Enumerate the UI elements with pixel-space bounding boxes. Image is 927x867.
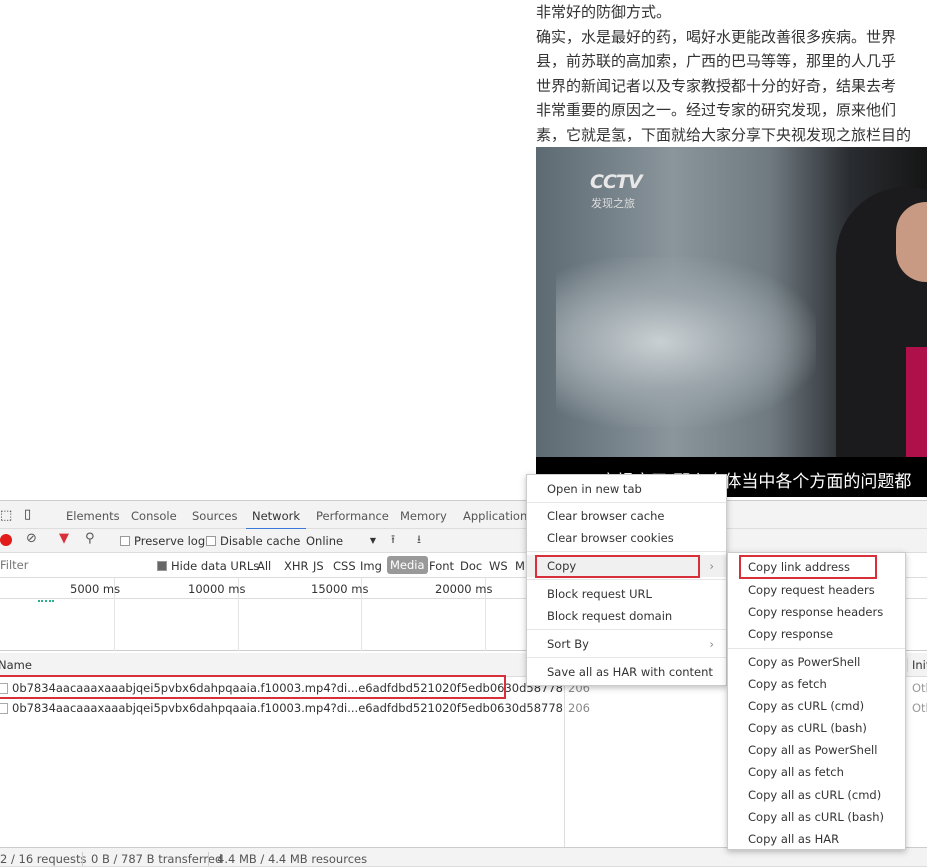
- disable-cache-checkbox[interactable]: Disable cache: [206, 534, 300, 548]
- article-text: 非常好的防御方式。 确实，水是最好的药，喝好水更能改善很多疾病。世界 县，前苏联…: [536, 0, 927, 148]
- article-line: 县，前苏联的高加索，广西的巴马等等，那里的人几乎: [536, 52, 897, 71]
- menu-copy-curl-cmd[interactable]: Copy as cURL (cmd): [728, 695, 905, 717]
- menu-copy-request-headers[interactable]: Copy request headers: [728, 579, 905, 601]
- menu-clear-cache[interactable]: Clear browser cache: [527, 505, 726, 527]
- column-initiator[interactable]: Init: [907, 658, 927, 672]
- menu-copy-all-powershell[interactable]: Copy all as PowerShell: [728, 739, 905, 761]
- filter-icon[interactable]: ▼: [59, 531, 69, 546]
- menu-copy-all-curl-cmd[interactable]: Copy all as cURL (cmd): [728, 784, 905, 806]
- tab-console[interactable]: Console: [131, 509, 177, 523]
- menu-open-new-tab[interactable]: Open in new tab: [527, 478, 726, 500]
- article-line: 非常好的防御方式。: [536, 3, 672, 21]
- video-background: [556, 257, 816, 427]
- hide-data-urls-label: Hide data URLs: [171, 559, 260, 573]
- tab-memory[interactable]: Memory: [400, 509, 447, 523]
- request-initiator: Oth: [912, 701, 927, 715]
- import-har-icon[interactable]: ⭱: [391, 532, 395, 551]
- type-css[interactable]: CSS: [333, 559, 356, 573]
- menu-copy-all-curl-bash[interactable]: Copy all as cURL (bash): [728, 806, 905, 828]
- hide-data-urls-checkbox[interactable]: Hide data URLs: [157, 559, 259, 573]
- timeline-tick: 15000 ms: [311, 582, 369, 596]
- table-row[interactable]: 0b7834aacaaaxaaabjqei5pvbx6dahpqaaia.f10…: [0, 698, 564, 718]
- menu-copy-all-fetch[interactable]: Copy all as fetch: [728, 761, 905, 783]
- type-js[interactable]: JS: [313, 559, 324, 573]
- menu-clear-cookies[interactable]: Clear browser cookies: [527, 527, 726, 549]
- request-initiator: Oth: [912, 681, 927, 695]
- search-icon[interactable]: ⚲: [85, 531, 95, 546]
- network-toolbar: ⊘ ▼ ⚲ Preserve log Disable cache Online ▼…: [0, 529, 927, 553]
- highlight-box: [739, 555, 877, 579]
- highlight-box: [0, 675, 506, 699]
- preserve-log-checkbox[interactable]: Preserve log: [120, 534, 205, 548]
- throttle-value: Online: [306, 534, 344, 548]
- tab-application[interactable]: Application: [463, 509, 527, 523]
- device-toggle-icon[interactable]: ▯: [24, 507, 31, 522]
- tab-network[interactable]: Network: [246, 509, 307, 530]
- menu-save-har[interactable]: Save all as HAR with content: [527, 661, 726, 683]
- menu-sort-label: Sort By: [547, 637, 589, 651]
- status-resources: 4.4 MB / 4.4 MB resources: [208, 852, 367, 866]
- cctv-logo: CCTV: [590, 171, 643, 193]
- throttle-select[interactable]: Online ▼: [306, 534, 376, 548]
- status-requests: 2 / 16 requests: [0, 852, 87, 866]
- copy-submenu: Copy link address Copy request headers C…: [727, 552, 906, 850]
- type-all[interactable]: All: [257, 559, 271, 573]
- timeline-tick: 5000 ms: [70, 582, 121, 596]
- type-ws[interactable]: WS: [489, 559, 508, 573]
- column-name[interactable]: Name: [0, 658, 32, 672]
- article-line: 世界的新闻记者以及专家教授都十分的好奇，结果去考: [536, 76, 897, 95]
- preserve-log-label: Preserve log: [134, 534, 206, 548]
- tab-performance[interactable]: Performance: [316, 509, 389, 523]
- status-transferred: 0 B / 787 B transferred: [82, 852, 222, 866]
- menu-copy-all-har[interactable]: Copy all as HAR: [728, 828, 905, 850]
- timeline-tick: 10000 ms: [188, 582, 246, 596]
- video-player[interactable]: CCTV 发现之旅 它损害了 那么身体当中各个方面的问题都: [536, 147, 927, 497]
- type-manifest[interactable]: M: [515, 559, 525, 573]
- channel-logo: 发现之旅: [591, 197, 635, 210]
- request-name: 0b7834aacaaaxaaabjqei5pvbx6dahpqaaia.f10…: [12, 701, 564, 715]
- tab-elements[interactable]: Elements: [66, 509, 120, 523]
- status-bar: 2 / 16 requests 0 B / 787 B transferred …: [0, 847, 927, 867]
- highlight-box: [535, 555, 700, 578]
- timeline-bar: [38, 600, 54, 602]
- article-line: 非常重要的原因之一。经过专家的研究发现，原来他们: [536, 101, 897, 120]
- disable-cache-label: Disable cache: [220, 534, 301, 548]
- menu-copy-powershell[interactable]: Copy as PowerShell: [728, 651, 905, 673]
- article-line: 素，它就是氢，下面就给大家分享下央视发现之旅栏目的: [536, 125, 912, 144]
- menu-copy-response-headers[interactable]: Copy response headers: [728, 601, 905, 623]
- record-icon[interactable]: [0, 534, 12, 546]
- context-menu: Open in new tab Clear browser cache Clea…: [526, 474, 727, 686]
- clear-icon[interactable]: ⊘: [26, 531, 37, 546]
- devtools-tabbar: ⬚ ▯ Elements Console Sources Network Per…: [0, 501, 927, 530]
- menu-copy-curl-bash[interactable]: Copy as cURL (bash): [728, 717, 905, 739]
- chevron-right-icon: ›: [709, 559, 714, 573]
- menu-block-url[interactable]: Block request URL: [527, 583, 726, 605]
- timeline-tick: 20000 ms: [435, 582, 493, 596]
- article-line: 确实，水是最好的药，喝好水更能改善很多疾病。世界: [536, 27, 897, 46]
- export-har-icon[interactable]: ⭳: [417, 532, 421, 551]
- tab-sources[interactable]: Sources: [192, 509, 238, 523]
- type-xhr[interactable]: XHR: [284, 559, 309, 573]
- type-font[interactable]: Font: [429, 559, 454, 573]
- inspect-icon[interactable]: ⬚: [0, 508, 12, 523]
- type-media[interactable]: Media: [387, 556, 428, 574]
- type-img[interactable]: Img: [360, 559, 382, 573]
- menu-copy-response[interactable]: Copy response: [728, 623, 905, 645]
- type-doc[interactable]: Doc: [460, 559, 482, 573]
- chevron-right-icon: ›: [709, 637, 714, 651]
- chevron-down-icon: ▼: [369, 536, 376, 545]
- menu-block-domain[interactable]: Block request domain: [527, 605, 726, 627]
- menu-copy-fetch[interactable]: Copy as fetch: [728, 673, 905, 695]
- request-status: 206: [568, 701, 590, 715]
- filter-input[interactable]: [0, 556, 140, 574]
- menu-sort-by[interactable]: Sort By ›: [527, 633, 726, 655]
